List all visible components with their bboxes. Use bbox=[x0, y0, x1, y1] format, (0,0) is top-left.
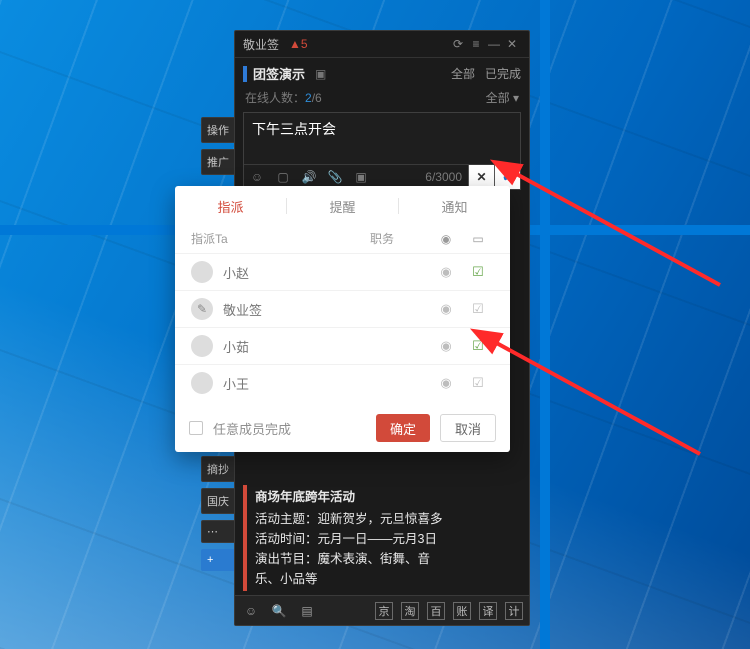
checkbox[interactable]: ☑ bbox=[462, 375, 494, 391]
group-title: 团签演示 bbox=[253, 64, 305, 83]
online-label: 在线人数： bbox=[245, 89, 305, 106]
member-name: 小王 bbox=[223, 374, 430, 393]
group-menu-icon[interactable]: ▣ bbox=[315, 67, 326, 81]
member-name: 小茹 bbox=[223, 337, 430, 356]
eye-icon[interactable]: ◉ bbox=[430, 338, 462, 354]
note-line: 活动时间：元月一日——元月3日 bbox=[255, 529, 521, 549]
assign-modal: 指派 提醒 通知 指派Ta 职务 ◉ ▭ 小赵 ◉ ☑ ✎ 敬业签 ◉ ☑ 小茹… bbox=[175, 186, 510, 452]
checkbox[interactable]: ☑ bbox=[462, 338, 494, 354]
member-row[interactable]: 小赵 ◉ ☑ bbox=[175, 253, 510, 290]
note-line: 演出节目：魔术表演、街舞、音 bbox=[255, 549, 521, 569]
notification-icon[interactable]: ▲5 bbox=[289, 37, 308, 51]
app-brand: 敬业签 ▲5 bbox=[243, 36, 449, 53]
tab-notify[interactable]: 通知 bbox=[399, 197, 510, 216]
any-member-checkbox[interactable] bbox=[189, 421, 203, 435]
footer-pill-6[interactable]: 计 bbox=[505, 602, 523, 620]
cancel-button[interactable]: 取消 bbox=[440, 414, 496, 442]
side-tab-3[interactable]: 摘抄 bbox=[201, 456, 234, 482]
note-editor: ☺ ▢ 🔊 📎 ▣ 6/3000 ✕ ✔ bbox=[243, 112, 521, 190]
modal-columns: 指派Ta 职务 ◉ ▭ bbox=[175, 226, 510, 253]
group-header: 团签演示 ▣ 全部 已完成 bbox=[235, 57, 529, 89]
side-tab-2[interactable]: 推广 bbox=[201, 149, 234, 175]
avatar bbox=[191, 335, 213, 357]
filter-all[interactable]: 全部 bbox=[451, 65, 475, 82]
side-tabs-top: 操作 推广 bbox=[201, 117, 234, 175]
filter-done[interactable]: 已完成 bbox=[485, 65, 521, 82]
col-visible-icon: ◉ bbox=[430, 232, 462, 246]
wallpaper-seam-v bbox=[540, 0, 550, 649]
checkbox[interactable]: ☑ bbox=[462, 264, 494, 280]
checkbox[interactable]: ☑ bbox=[462, 301, 494, 317]
note-textarea[interactable] bbox=[244, 113, 520, 161]
titlebar: 敬业签 ▲5 ⟳ ≡ — ✕ bbox=[235, 31, 529, 57]
close-icon[interactable]: ✕ bbox=[503, 37, 521, 51]
col-assignee: 指派Ta bbox=[191, 230, 370, 247]
note-line: 乐、小品等 bbox=[255, 569, 521, 589]
notification-count: 5 bbox=[301, 37, 308, 51]
group-tab[interactable]: 团签演示 ▣ bbox=[243, 64, 326, 83]
filter-dropdown[interactable]: 全部 ▾ bbox=[486, 89, 519, 106]
search-icon[interactable]: 🔍 bbox=[269, 604, 289, 618]
eye-icon[interactable]: ◉ bbox=[430, 375, 462, 391]
side-tabs-bottom: 摘抄 国庆 ⋯ + bbox=[201, 456, 234, 571]
side-tab-1[interactable]: 操作 bbox=[201, 117, 234, 143]
member-name: 敬业签 bbox=[223, 300, 430, 319]
online-total: /6 bbox=[312, 91, 322, 105]
group-subheader: 在线人数： 2 /6 全部 ▾ bbox=[235, 89, 529, 112]
side-tab-add[interactable]: + bbox=[201, 549, 234, 571]
online-current: 2 bbox=[305, 91, 312, 105]
note-line: 活动主题：迎新贺岁，元旦惊喜多 bbox=[255, 509, 521, 529]
member-row[interactable]: 小茹 ◉ ☑ bbox=[175, 327, 510, 364]
col-copy-icon: ▭ bbox=[462, 232, 494, 246]
member-row[interactable]: 小王 ◉ ☑ bbox=[175, 364, 510, 401]
eye-icon[interactable]: ◉ bbox=[430, 301, 462, 317]
member-name: 小赵 bbox=[223, 263, 430, 282]
sync-icon[interactable]: ⟳ bbox=[449, 37, 467, 51]
menu-icon[interactable]: ≡ bbox=[467, 37, 485, 51]
confirm-button[interactable]: 确定 bbox=[376, 414, 430, 442]
calendar-icon[interactable]: ▤ bbox=[297, 604, 317, 618]
col-role: 职务 bbox=[370, 230, 430, 247]
modal-footer: 任意成员完成 确定 取消 bbox=[175, 404, 510, 452]
footer-pill-1[interactable]: 京 bbox=[375, 602, 393, 620]
member-row[interactable]: ✎ 敬业签 ◉ ☑ bbox=[175, 290, 510, 327]
avatar bbox=[191, 261, 213, 283]
note-card[interactable]: 商场年底跨年活动 活动主题：迎新贺岁，元旦惊喜多 活动时间：元月一日——元月3日… bbox=[243, 485, 521, 591]
app-footer: ☺ 🔍 ▤ 京 淘 百 账 译 计 bbox=[235, 595, 529, 625]
any-member-label: 任意成员完成 bbox=[213, 419, 366, 438]
modal-tabs: 指派 提醒 通知 bbox=[175, 186, 510, 226]
footer-pill-4[interactable]: 账 bbox=[453, 602, 471, 620]
footer-pill-2[interactable]: 淘 bbox=[401, 602, 419, 620]
tab-remind[interactable]: 提醒 bbox=[287, 197, 398, 216]
footer-pill-5[interactable]: 译 bbox=[479, 602, 497, 620]
avatar bbox=[191, 372, 213, 394]
eye-icon[interactable]: ◉ bbox=[430, 264, 462, 280]
tab-assign[interactable]: 指派 bbox=[175, 197, 286, 216]
avatar: ✎ bbox=[191, 298, 213, 320]
minimize-icon[interactable]: — bbox=[485, 37, 503, 51]
char-counter: 6/3000 bbox=[374, 170, 468, 184]
note-title: 商场年底跨年活动 bbox=[255, 487, 521, 507]
tab-accent bbox=[243, 66, 247, 82]
side-tab-more[interactable]: ⋯ bbox=[201, 520, 234, 543]
team-icon[interactable]: ☺ bbox=[241, 604, 261, 618]
footer-pill-3[interactable]: 百 bbox=[427, 602, 445, 620]
side-tab-4[interactable]: 国庆 bbox=[201, 488, 234, 514]
app-name: 敬业签 bbox=[243, 36, 279, 53]
